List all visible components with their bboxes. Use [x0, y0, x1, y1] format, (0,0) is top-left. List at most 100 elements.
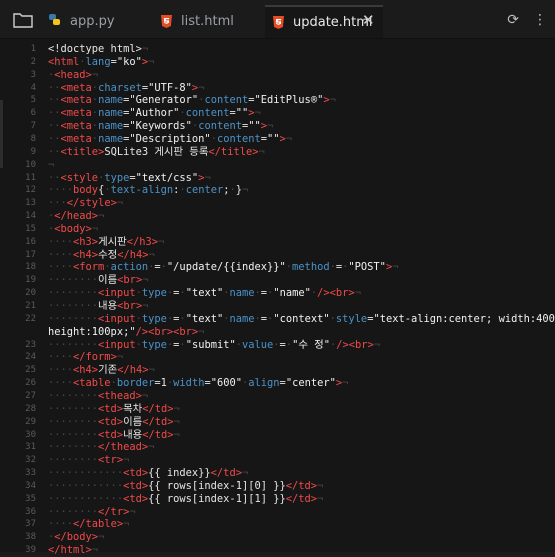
code-line: 7 ··<meta·name="Keywords"·content="">¬	[0, 120, 555, 133]
line-number: 33	[25, 468, 36, 479]
code-text: ············<td>{{ index}}</td>¬	[48, 467, 249, 480]
line-number: 5	[30, 95, 36, 106]
code-line: 26 ····<table·border=1·width="600"·align=…	[0, 377, 555, 390]
code-line: 34 ············<td>{{ rows[index-1][0] }}…	[0, 480, 555, 493]
line-number: 14	[25, 211, 36, 222]
code-line: 8 ··<meta·name="Description"·content="">¬	[0, 133, 555, 146]
tab-bar: app.py list.html update.html ✕ ⟳ ⋮	[0, 0, 555, 39]
line-number: 6	[30, 108, 36, 119]
code-line: 16 ····<h3>게시판</h3>¬	[0, 236, 555, 249]
code-line: 17 ····<h4>수정</h4>¬	[0, 249, 555, 262]
code-line: 37 ····</table>¬	[0, 518, 555, 531]
line-number: 26	[25, 378, 36, 389]
code-line: 27 ········<thead>¬	[0, 390, 555, 403]
code-line: 24 ····</form>¬	[0, 351, 555, 364]
code-line: 25 ····<h4>기존</h4>¬	[0, 364, 555, 377]
line-number: 31	[25, 442, 36, 453]
folder-icon[interactable]	[12, 11, 34, 29]
code-text: ····body{·text-align:·center;·}¬	[48, 184, 249, 197]
code-line: 2 <html·lang="ko">¬	[0, 56, 555, 69]
code-text: ··<meta·name="Generator"·content="EditPl…	[48, 94, 336, 107]
tab-app-py[interactable]: app.py	[40, 5, 150, 38]
html5-icon	[161, 15, 172, 28]
code-text: ········<td>목차</td>¬	[48, 402, 180, 415]
line-number: 27	[25, 390, 36, 401]
code-text: <!doctype html>¬	[48, 43, 149, 55]
line-number: 16	[25, 236, 36, 247]
line-number: 19	[25, 275, 36, 286]
line-number: 3	[30, 69, 36, 80]
code-line: 29 ········<td>이름</td>¬	[0, 416, 555, 429]
sync-icon[interactable]: ⟳	[507, 12, 519, 28]
code-line: 5 ··<meta·name="Generator"·content="EditP…	[0, 94, 555, 107]
code-text: ····<form·action·=·"/update/{{index}}"·m…	[48, 261, 399, 274]
code-line: 19 ········이름<br>¬	[0, 274, 555, 287]
line-number: 35	[25, 493, 36, 504]
code-text: ·</head>¬	[48, 210, 105, 223]
code-text: ····<h4>수정</h4>¬	[48, 248, 155, 261]
code-line: 23 ········<input·type·=·"submit"·value·=…	[0, 339, 555, 352]
code-text: ····</table>¬	[48, 518, 130, 531]
line-number: 11	[25, 172, 36, 183]
code-text: ··<meta·name="Description"·content="">¬	[48, 132, 293, 145]
code-line: 3 ·<head>¬	[0, 69, 555, 82]
code-text: ········내용<br>¬	[48, 300, 149, 312]
code-text: ····<h3>게시판</h3>¬	[48, 235, 165, 248]
code-line: 10 ¬	[0, 159, 555, 172]
line-number: 28	[25, 403, 36, 414]
code-text: ········이름<br>¬	[48, 274, 149, 287]
code-editor[interactable]: 1 <!doctype html>¬ 2 <html·lang="ko">¬ 3 ·<he…	[0, 39, 555, 556]
line-number: 24	[25, 352, 36, 363]
code-line: 4 ··<meta·charset="UTF-8">¬	[0, 82, 555, 95]
code-line: 33 ············<td>{{ index}}</td>¬	[0, 467, 555, 480]
code-text: ············<td>{{ rows[index-1][1] }}</…	[48, 492, 324, 505]
code-text: ··<meta·name="Author"·content="">¬	[48, 107, 261, 120]
code-line: 15 ·<body>¬	[0, 223, 555, 236]
code-text: ········<td>내용</td>¬	[48, 428, 180, 441]
line-number: 13	[25, 198, 36, 209]
more-icon[interactable]: ⋮	[533, 12, 547, 28]
code-line: 39 </html>¬	[0, 544, 555, 557]
tab-list-html[interactable]: list.html	[153, 5, 263, 38]
code-line: 11 ··<style·type="text/css">¬	[0, 172, 555, 185]
tab-label: app.py	[70, 14, 115, 29]
code-text: ··<title>SQLite3 게시판 등록</title>¬	[48, 145, 265, 158]
toolbar-icons: ⟳ ⋮	[507, 12, 547, 28]
code-line: 38 ·</body>¬	[0, 531, 555, 544]
code-text: ···</style>¬	[48, 197, 124, 210]
code-line: 28 ········<td>목차</td>¬	[0, 403, 555, 416]
code-text: ····</form>¬	[48, 351, 124, 364]
line-number: 39	[25, 545, 36, 556]
code-text: ··<meta·name="Keywords"·content="">¬	[48, 120, 274, 133]
line-number: 7	[30, 121, 36, 132]
code-text: ············<td>{{ rows[index-1][0] }}</…	[48, 479, 324, 492]
code-text: ····<table·border=1·width="600"·align="c…	[48, 377, 349, 390]
code-line: 35 ············<td>{{ rows[index-1][1] }}…	[0, 493, 555, 506]
code-line: 18 ····<form·action·=·"/update/{{index}}"…	[0, 261, 555, 274]
code-line: 9 ··<title>SQLite3 게시판 등록</title>¬	[0, 146, 555, 159]
code-text: ··<meta·charset="UTF-8">¬	[48, 81, 205, 94]
line-number: 18	[25, 262, 36, 273]
line-number: 8	[30, 133, 36, 144]
code-text: <html·lang="ko">¬	[48, 55, 155, 68]
code-line: 6 ··<meta·name="Author"·content="">¬	[0, 107, 555, 120]
code-text: ····<h4>기존</h4>¬	[48, 364, 155, 377]
line-number: 12	[25, 185, 36, 196]
code-line: 13 ···</style>¬	[0, 197, 555, 210]
code-text: ········<input·type·=·"text"·name·=·"nam…	[48, 287, 361, 300]
code-line: 14 ·</head>¬	[0, 210, 555, 223]
line-number: 17	[25, 249, 36, 260]
code-text: ········<td>이름</td>¬	[48, 415, 180, 428]
line-number: 10	[25, 159, 36, 170]
line-number: 32	[25, 455, 36, 466]
line-number: 38	[25, 532, 36, 543]
line-number: 15	[25, 223, 36, 234]
line-number: 29	[25, 416, 36, 427]
line-number: 34	[25, 480, 36, 491]
close-icon[interactable]: ✕	[362, 11, 375, 29]
tab-label: list.html	[181, 14, 234, 29]
line-number: 2	[30, 56, 36, 67]
code-line: 32 ········<tr>¬	[0, 454, 555, 467]
code-line: 36 ········</tr>¬	[0, 506, 555, 519]
code-text: ¬	[48, 158, 55, 171]
